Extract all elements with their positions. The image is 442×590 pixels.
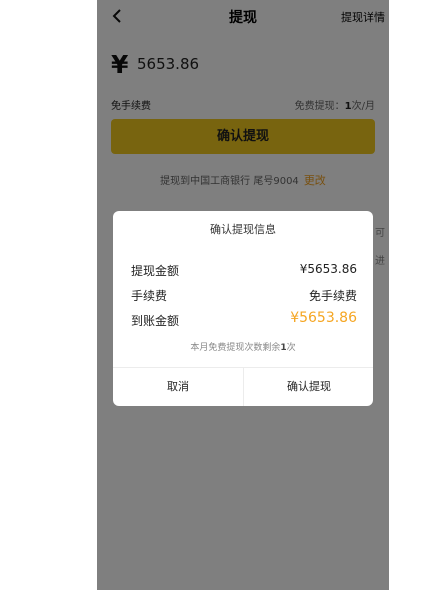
row-value: 免手续费 [308,289,357,303]
row-label: 手续费 [131,289,168,303]
remaining-free-note: 本月免费提现次数剩余1次 [190,343,296,353]
service-fee-row: 手续费 免手续费 [131,285,357,305]
dialog-title: 确认提现信息 [210,223,276,236]
confirm-dialog: 确认提现信息 提现金额 ¥5653.86 手续费 免手续费 到账金额 ¥5653… [113,211,373,406]
dialog-confirm-button[interactable]: 确认提现 [244,368,373,406]
row-label: 到账金额 [131,314,180,328]
cancel-button[interactable]: 取消 [113,368,243,406]
withdraw-amount-row: 提现金额 ¥5653.86 [131,260,357,280]
received-amount-row: 到账金额 ¥5653.86 [131,310,357,330]
received-amount-value: ¥5653.86 [290,310,357,326]
row-label: 提现金额 [131,264,180,278]
phone-screen: 提现 提现详情 ¥ 5653.86 免手续费 免费提现：1次/月 确认提现 提现… [97,0,389,590]
row-value: ¥5653.86 [299,262,357,276]
